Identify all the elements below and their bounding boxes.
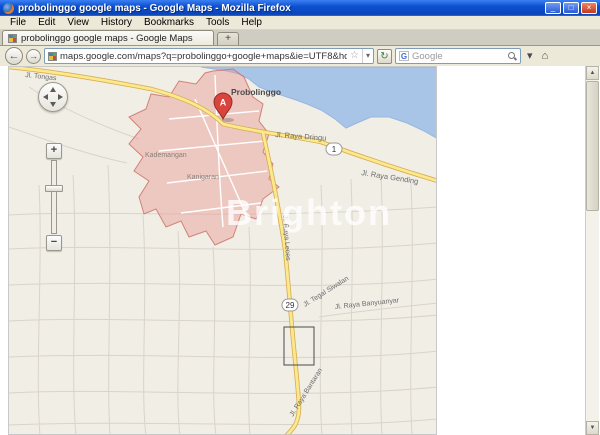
scroll-up-arrow[interactable]: ▲ bbox=[586, 66, 599, 80]
pan-down-arrow[interactable] bbox=[50, 102, 56, 107]
route-shield-29: 29 bbox=[282, 299, 298, 311]
zoom-slider-handle[interactable] bbox=[45, 185, 63, 192]
maximize-button[interactable]: □ bbox=[563, 2, 579, 14]
scrollbar-thumb[interactable] bbox=[586, 81, 599, 211]
svg-text:29: 29 bbox=[286, 301, 295, 310]
home-icon[interactable]: ⌂ bbox=[539, 47, 552, 65]
label-city: Probolinggo bbox=[231, 87, 281, 97]
zoom-in-button[interactable]: + bbox=[46, 143, 62, 159]
zoom-slider-track[interactable] bbox=[51, 160, 57, 234]
watermark-text: Brighton bbox=[226, 192, 392, 233]
search-bar[interactable]: G Google bbox=[395, 48, 521, 64]
back-button[interactable]: ← bbox=[5, 47, 23, 65]
menu-bar: File Edit View History Bookmarks Tools H… bbox=[0, 16, 600, 30]
search-icon[interactable] bbox=[508, 52, 517, 61]
bookmark-star-icon[interactable]: ☆ bbox=[350, 49, 359, 63]
tab-bar: probolinggo google maps - Google Maps + bbox=[0, 30, 600, 46]
navigation-toolbar: ← → maps.google.com/maps?q=probolinggo+g… bbox=[0, 46, 600, 66]
menu-item-view[interactable]: View bbox=[61, 17, 95, 28]
map-pan-control[interactable] bbox=[38, 82, 68, 112]
reload-button[interactable]: ↻ bbox=[377, 49, 392, 64]
menu-item-help[interactable]: Help bbox=[235, 17, 268, 28]
pan-left-arrow[interactable] bbox=[43, 94, 48, 100]
label-district-kademangan: Kademangan bbox=[145, 152, 187, 159]
menu-item-edit[interactable]: Edit bbox=[32, 17, 61, 28]
address-bar[interactable]: maps.google.com/maps?q=probolinggo+googl… bbox=[44, 48, 374, 64]
tab-active[interactable]: probolinggo google maps - Google Maps bbox=[2, 30, 214, 45]
search-engine-icon[interactable]: G bbox=[399, 51, 409, 61]
route-shield-1: 1 bbox=[326, 143, 342, 155]
svg-text:A: A bbox=[220, 98, 227, 108]
window-title: probolinggo google maps - Google Maps - … bbox=[18, 3, 545, 14]
menu-item-file[interactable]: File bbox=[4, 17, 32, 28]
menu-item-history[interactable]: History bbox=[95, 17, 138, 28]
tab-title: probolinggo google maps - Google Maps bbox=[21, 33, 193, 44]
search-input[interactable]: Google bbox=[412, 51, 505, 62]
svg-text:1: 1 bbox=[332, 145, 337, 154]
menu-item-tools[interactable]: Tools bbox=[200, 17, 235, 28]
site-identity-icon[interactable] bbox=[48, 52, 57, 61]
close-button[interactable]: × bbox=[581, 2, 597, 14]
pan-right-arrow[interactable] bbox=[58, 94, 63, 100]
map-canvas[interactable]: 1 29 Probolinggo Jl. Raya Dringu Jl. Ray… bbox=[8, 66, 437, 435]
tab-favicon bbox=[8, 34, 17, 43]
new-tab-button[interactable]: + bbox=[217, 32, 239, 45]
firefox-icon bbox=[3, 3, 14, 14]
zoom-out-button[interactable]: − bbox=[46, 235, 62, 251]
pan-up-arrow[interactable] bbox=[50, 87, 56, 92]
list-dropdown-icon[interactable]: ▾ bbox=[524, 47, 536, 65]
vertical-scrollbar[interactable]: ▲ ▼ bbox=[585, 66, 599, 435]
history-dropdown-icon[interactable]: ▾ bbox=[362, 49, 370, 63]
window-titlebar[interactable]: probolinggo google maps - Google Maps - … bbox=[0, 0, 600, 16]
forward-button[interactable]: → bbox=[26, 49, 41, 64]
url-text: maps.google.com/maps?q=probolinggo+googl… bbox=[60, 51, 347, 62]
menu-item-bookmarks[interactable]: Bookmarks bbox=[138, 17, 200, 28]
browser-content: 1 29 Probolinggo Jl. Raya Dringu Jl. Ray… bbox=[0, 66, 600, 435]
minimize-button[interactable]: _ bbox=[545, 2, 561, 14]
scroll-down-arrow[interactable]: ▼ bbox=[586, 421, 599, 435]
label-district-kanigaran: Kanigaran bbox=[187, 174, 219, 181]
